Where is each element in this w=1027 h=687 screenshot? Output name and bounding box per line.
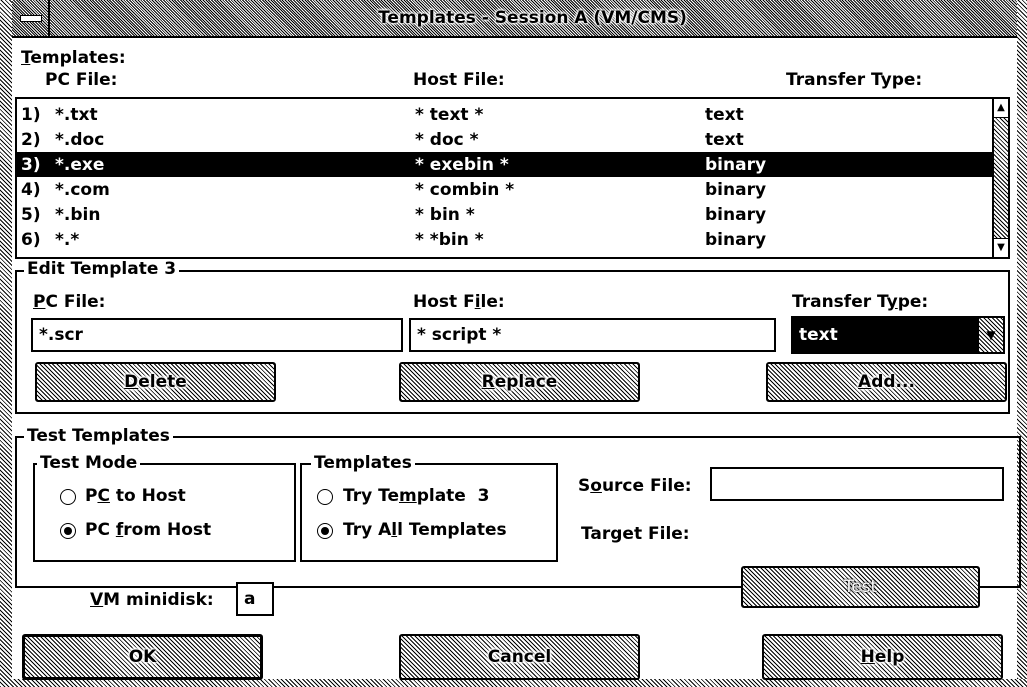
list-item-host: * text * [415,105,484,125]
try-template-label[interactable]: Try Template 3 [343,486,490,506]
ok-button[interactable]: OK [22,634,263,680]
list-item-type: binary [705,230,767,250]
delete-button[interactable]: Delete [35,362,276,402]
window-border-left[interactable] [0,0,12,687]
list-item-host: * *bin * [415,230,484,250]
list-item-host: * doc * [415,130,479,150]
vm-minidisk-input[interactable]: a [236,582,274,616]
window-border-bottom[interactable] [0,679,1027,687]
pc-from-host-label[interactable]: PC from Host [85,520,211,540]
pc-to-host-radio[interactable] [60,489,76,505]
list-item-pc: *.com [55,180,110,200]
test-button[interactable]: Test [741,566,980,608]
list-item-num: 2) [21,130,41,150]
list-item-host: * exebin * [415,155,509,175]
list-item-type: binary [705,155,767,175]
cancel-button[interactable]: Cancel [399,634,640,680]
transfer-type-select[interactable]: text ▼ [791,316,1005,354]
list-item[interactable]: 2) *.doc * doc * text [17,127,994,152]
edit-host-file-label: Host File: [413,292,505,312]
try-template-radio[interactable] [317,489,333,505]
list-scrollbar[interactable]: ▲ ▼ [992,99,1008,257]
try-all-templates-label[interactable]: Try All Templates [343,520,507,540]
pc-to-host-label[interactable]: PC to Host [85,486,186,506]
add-button[interactable]: Add... [766,362,1007,402]
list-item[interactable]: 4) *.com * combin * binary [17,177,994,202]
list-item-pc: *.bin [55,205,101,225]
scroll-down-icon[interactable]: ▼ [994,238,1008,257]
dropdown-arrow-icon[interactable]: ▼ [977,318,1003,352]
pc-from-host-radio[interactable] [60,523,76,539]
test-templates-label: Test Templates [24,426,173,446]
list-item-pc: *.* [55,230,80,250]
list-item-num: 1) [21,105,41,125]
edit-pc-file-label: PC File: [33,292,106,312]
try-all-templates-radio[interactable] [317,523,333,539]
scroll-up-icon[interactable]: ▲ [994,99,1008,118]
list-item-pc: *.exe [55,155,105,175]
list-item[interactable]: 1) *.txt * text * text [17,102,994,127]
help-button[interactable]: Help [762,634,1003,680]
templates-list[interactable]: 1) *.txt * text * text 2) *.doc * doc * text 3) *… [15,97,1010,259]
system-menu-button[interactable] [12,0,50,36]
templates-mode-label: Templates [311,453,415,473]
list-item-type: text [705,105,744,125]
list-item-num: 6) [21,230,41,250]
source-file-label: Source File: [578,476,692,496]
list-item-type: binary [705,180,767,200]
vm-minidisk-label: VM minidisk: [90,590,214,610]
list-item[interactable]: 3) *.exe * exebin * binary [17,152,994,177]
edit-transfer-type-label: Transfer Type: [792,292,929,312]
test-mode-group [33,463,296,562]
test-mode-label: Test Mode [37,453,141,473]
col-header-host-file: Host File: [413,70,505,90]
source-file-input[interactable] [710,467,1004,501]
list-item[interactable]: 5) *.bin * bin * binary [17,202,994,227]
pc-file-input[interactable]: *.scr [31,318,403,352]
transfer-type-value: text [793,318,977,352]
window-title: Templates - Session A (VM/CMS) [378,8,687,28]
list-item-pc: *.txt [55,105,98,125]
edit-template-label: Edit Template 3 [24,259,180,279]
list-item-host: * bin * [415,205,475,225]
list-item-num: 3) [21,155,41,175]
host-file-input[interactable]: * script * [409,318,776,352]
target-file-label: Target File: [581,524,690,544]
system-menu-icon [20,15,42,22]
templates-label: Templates: [21,48,126,68]
list-item-host: * combin * [415,180,515,200]
list-item-type: text [705,130,744,150]
templates-mode-group [300,463,558,562]
list-item-pc: *.doc [55,130,105,150]
list-item-num: 5) [21,205,41,225]
col-header-transfer-type: Transfer Type: [786,70,923,90]
list-item-type: binary [705,205,767,225]
replace-button[interactable]: Replace [399,362,640,402]
list-item[interactable]: 6) *.* * *bin * binary [17,227,994,252]
list-item-num: 4) [21,180,41,200]
col-header-pc-file: PC File: [45,70,118,90]
